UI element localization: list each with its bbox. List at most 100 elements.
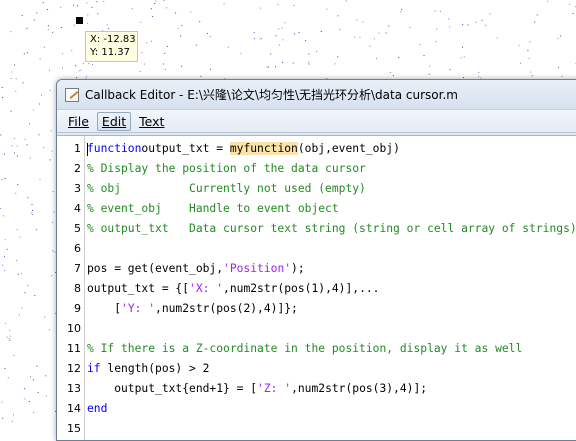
scatter-point: [18, 274, 19, 275]
menu-file[interactable]: File: [63, 112, 94, 131]
code-line[interactable]: 14end: [57, 399, 576, 419]
scatter-point: [27, 144, 28, 145]
highlighted-token: myfunction: [230, 142, 298, 155]
scatter-point: [25, 139, 26, 140]
code-line[interactable]: 5 % output_txt Data cursor text string (s…: [57, 219, 576, 239]
scatter-point: [92, 7, 93, 8]
line-number: 9: [57, 299, 81, 319]
code-text: % If there is a Z-coordinate in the posi…: [87, 339, 522, 359]
scatter-point: [92, 64, 93, 65]
scatter-point: [74, 25, 75, 26]
scatter-point: [196, 45, 197, 46]
scatter-point: [52, 222, 53, 223]
scatter-point: [11, 145, 12, 146]
scatter-point: [140, 71, 141, 72]
scatter-point: [199, 21, 200, 22]
scatter-point: [339, 29, 340, 30]
scatter-point: [261, 38, 262, 39]
code-line[interactable]: 7pos = get(event_obj,'Position');: [57, 259, 576, 279]
scatter-point: [36, 13, 37, 14]
code-editor[interactable]: 1 functionoutput_txt = myfunction(obj,eve…: [57, 135, 576, 440]
scatter-point: [410, 27, 411, 28]
code-line[interactable]: 11% If there is a Z-coordinate in the po…: [57, 339, 576, 359]
code-line[interactable]: 15: [57, 419, 576, 439]
scatter-point: [254, 32, 255, 33]
code-line[interactable]: 3% obj Currently not used (empty): [57, 179, 576, 199]
code-line[interactable]: 8output_txt = {['X: ',num2str(pos(1),4)]…: [57, 279, 576, 299]
code-line[interactable]: 12if length(pos) > 2: [57, 359, 576, 379]
scatter-point: [398, 57, 399, 58]
scatter-point: [43, 147, 44, 148]
scatter-point: [3, 215, 4, 216]
callback-editor-window[interactable]: Callback Editor - E:\兴隆\论文\均匀性\无挡光环分析\da…: [56, 79, 576, 441]
scatter-point: [49, 329, 50, 330]
scatter-point: [532, 75, 533, 76]
scatter-point: [2, 87, 3, 88]
scatter-point: [27, 52, 28, 53]
scatter-point: [376, 58, 377, 59]
scatter-point: [73, 5, 74, 6]
scatter-point: [374, 38, 375, 39]
scatter-point: [10, 336, 11, 337]
line-number: 8: [57, 279, 81, 299]
scatter-point: [60, 7, 61, 8]
scatter-point: [47, 9, 48, 10]
scatter-point: [308, 62, 309, 63]
scatter-point: [14, 138, 15, 139]
scatter-point: [62, 68, 63, 69]
scatter-point: [19, 314, 20, 315]
scatter-point: [537, 14, 538, 15]
code-text: % event_obj Handle to event object: [87, 199, 339, 219]
code-line[interactable]: 13 output_txt{end+1} = ['Z: ',num2str(po…: [57, 379, 576, 399]
scatter-point: [15, 91, 16, 92]
code-line[interactable]: 1 functionoutput_txt = myfunction(obj,eve…: [57, 139, 576, 159]
scatter-point: [88, 63, 89, 64]
code-token: output_txt = {[: [87, 282, 189, 295]
scatter-point: [5, 323, 6, 324]
scatter-point: [41, 95, 42, 96]
menu-text[interactable]: Text: [134, 112, 169, 131]
data-tip[interactable]: X: -12.83 Y: 11.37: [85, 31, 138, 62]
code-line[interactable]: 10: [57, 319, 576, 339]
code-text: % output_txt Data cursor text string (st…: [87, 219, 576, 239]
scatter-point: [51, 130, 52, 131]
scatter-point: [40, 58, 41, 59]
menu-edit[interactable]: Edit: [97, 112, 131, 131]
scatter-point: [356, 20, 357, 21]
scatter-point: [152, 16, 153, 17]
line-number: 5: [57, 219, 81, 239]
scatter-point: [38, 392, 39, 393]
scatter-point: [181, 25, 182, 26]
line-number: 10: [57, 319, 81, 339]
code-token: [: [87, 302, 121, 315]
scatter-point: [43, 2, 44, 3]
scatter-point: [83, 63, 84, 64]
code-token: pos = get(event_obj,: [87, 262, 223, 275]
scatter-point: [4, 256, 5, 257]
scatter-point: [24, 53, 25, 54]
scatter-point: [75, 65, 76, 66]
code-line[interactable]: 6: [57, 239, 576, 259]
code-text: if length(pos) > 2: [87, 359, 209, 379]
scatter-point: [1, 179, 2, 180]
window-titlebar[interactable]: Callback Editor - E:\兴隆\论文\均匀性\无挡光环分析\da…: [57, 80, 576, 109]
scatter-point: [450, 69, 451, 70]
code-line[interactable]: 4% event_obj Handle to event object: [57, 199, 576, 219]
scatter-point: [260, 8, 261, 9]
scatter-point: [164, 0, 165, 1]
code-token: length(pos) > 2: [101, 362, 210, 375]
scatter-point: [267, 67, 268, 68]
scatter-point: [0, 208, 1, 209]
code-text: functionoutput_txt = myfunction(obj,even…: [87, 139, 400, 159]
data-cursor-marker-icon[interactable]: [76, 17, 83, 24]
line-number: 1: [57, 139, 81, 159]
scatter-point: [440, 11, 441, 12]
code-token: output_txt{end+1} = [: [87, 382, 257, 395]
code-line[interactable]: 2% Display the position of the data curs…: [57, 159, 576, 179]
scatter-point: [17, 184, 18, 185]
scatter-point: [1, 402, 2, 403]
code-line[interactable]: 9 ['Y: ',num2str(pos(2),4)]};: [57, 299, 576, 319]
scatter-point: [8, 377, 9, 378]
scatter-point: [2, 418, 3, 419]
scatter-point: [547, 1, 548, 2]
